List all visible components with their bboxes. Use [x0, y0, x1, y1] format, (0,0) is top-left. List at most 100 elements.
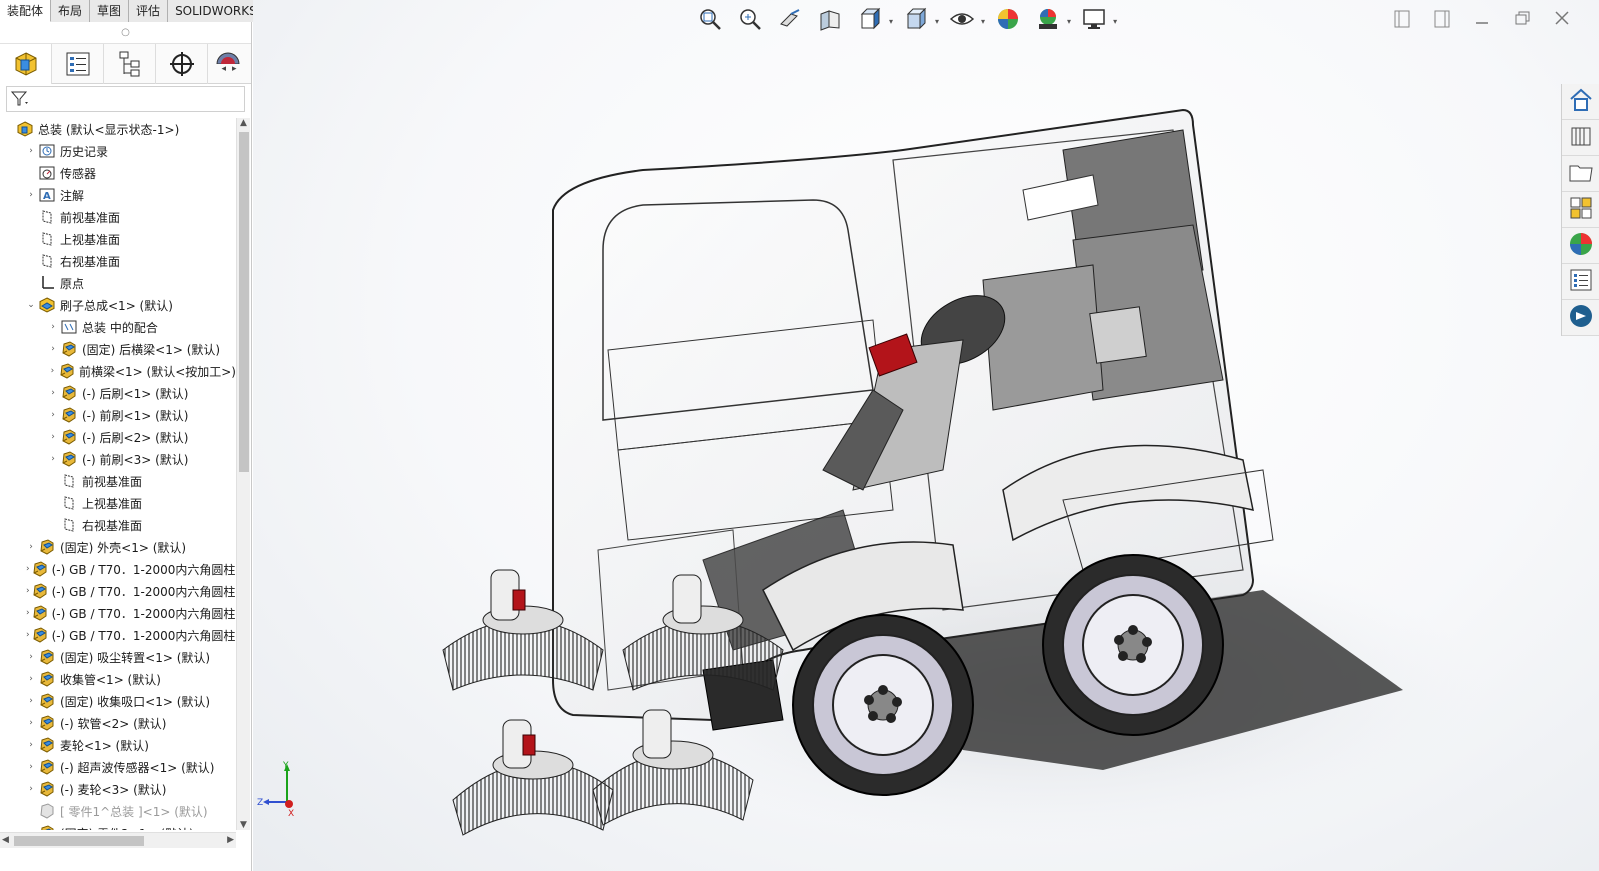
graphics-area[interactable]: ▾ ▾ ▾ ▾ ▾ Y Z X — [253, 0, 1599, 871]
tab-3[interactable]: 评估 — [129, 0, 169, 22]
tree-item[interactable]: [ 零件1^总装 ]<1> (默认) — [0, 800, 236, 822]
home-tab[interactable] — [1562, 84, 1599, 120]
tree-item[interactable]: › 前横梁<1> (默认<按加工>) — [0, 360, 236, 382]
zoom-to-fit-button[interactable] — [693, 4, 727, 38]
expand-toggle-icon[interactable]: › — [48, 388, 58, 398]
expand-toggle-icon[interactable]: › — [26, 740, 36, 750]
scroll-up-icon[interactable]: ▲ — [240, 118, 247, 128]
expand-toggle-icon[interactable]: › — [48, 322, 58, 332]
tree-item[interactable]: › (-) 后刷<1> (默认) — [0, 382, 236, 404]
tree-item[interactable]: 原点 — [0, 272, 236, 294]
design-library-tab[interactable] — [1562, 120, 1599, 156]
tabs-scroll-right-icon[interactable]: ▸ — [232, 64, 237, 74]
tree-item[interactable]: › (-) 后刷<2> (默认) — [0, 426, 236, 448]
tree-item[interactable]: 上视基准面 — [0, 492, 236, 514]
tree-item[interactable]: ⌄ 刷子总成<1> (默认) — [0, 294, 236, 316]
tree-item[interactable]: 前视基准面 — [0, 470, 236, 492]
expand-toggle-icon[interactable]: › — [48, 454, 58, 464]
expand-toggle-icon[interactable]: › — [26, 674, 36, 684]
view-orientation-button[interactable] — [853, 4, 887, 38]
tree-item[interactable]: › (固定) 收集吸口<1> (默认) — [0, 690, 236, 712]
restore-icon[interactable] — [1511, 8, 1533, 30]
expand-toggle-icon[interactable]: › — [26, 586, 30, 596]
tree-item[interactable]: › 收集管<1> (默认) — [0, 668, 236, 690]
expand-toggle-icon[interactable]: › — [26, 718, 36, 728]
dimxpert-tab[interactable] — [156, 44, 208, 84]
chevron-down-icon[interactable]: ▾ — [1113, 17, 1117, 26]
tree-item[interactable]: › (固定) 吸尘转置<1> (默认) — [0, 646, 236, 668]
tree-item[interactable]: › (-) 麦轮<3> (默认) — [0, 778, 236, 800]
pane-grip[interactable]: ○ — [0, 22, 251, 44]
tile-right-icon[interactable] — [1431, 8, 1453, 30]
tree-vertical-scrollbar[interactable]: ▲ ▼ — [236, 118, 250, 830]
tile-left-icon[interactable] — [1391, 8, 1413, 30]
expand-toggle-icon[interactable]: › — [48, 366, 57, 376]
expand-toggle-icon[interactable]: › — [26, 630, 30, 640]
chevron-down-icon[interactable]: ▾ — [981, 17, 985, 26]
tree-hscroll-thumb[interactable] — [14, 836, 144, 846]
zoom-to-area-button[interactable] — [733, 4, 767, 38]
tree-item[interactable]: › (-) 前刷<3> (默认) — [0, 448, 236, 470]
display-manager-tab[interactable]: ◂ ▸ — [208, 44, 248, 84]
minimize-icon[interactable] — [1471, 8, 1493, 30]
display-style-button[interactable] — [899, 4, 933, 38]
expand-toggle-icon[interactable]: ⌄ — [26, 828, 36, 830]
tab-0[interactable]: 装配体 — [0, 0, 52, 22]
tree-item[interactable]: › 总装 中的配合 — [0, 316, 236, 338]
tree-item[interactable]: › 历史记录 — [0, 140, 236, 162]
chevron-down-icon[interactable]: ▾ — [1067, 17, 1071, 26]
scroll-right-icon[interactable]: ▶ — [227, 835, 234, 845]
tab-2[interactable]: 草图 — [90, 0, 130, 22]
expand-toggle-icon[interactable]: › — [26, 190, 36, 200]
sweeper-robot-model[interactable] — [403, 90, 1513, 850]
edit-appearance-button[interactable] — [991, 4, 1025, 38]
previous-view-button[interactable] — [773, 4, 807, 38]
tree-item[interactable]: › (-) GB / T70．1-2000内六角圆柱头 — [0, 558, 236, 580]
section-view-button[interactable] — [813, 4, 847, 38]
tree-item[interactable]: 右视基准面 — [0, 250, 236, 272]
tree-item[interactable]: › (-) 超声波传感器<1> (默认) — [0, 756, 236, 778]
tree-item[interactable]: › (固定) 后横梁<1> (默认) — [0, 338, 236, 360]
view-settings-button[interactable] — [1077, 4, 1111, 38]
tree-item[interactable]: › (-) GB / T70．1-2000内六角圆柱头 — [0, 602, 236, 624]
appearances-tab[interactable] — [1562, 228, 1599, 264]
close-icon[interactable] — [1551, 8, 1573, 30]
expand-toggle-icon[interactable]: › — [26, 762, 36, 772]
tree-item[interactable]: 右视基准面 — [0, 514, 236, 536]
tree-item[interactable]: › (-) GB / T70．1-2000内六角圆柱头 — [0, 624, 236, 646]
tree-item[interactable]: 总装 (默认<显示状态-1>) — [0, 118, 236, 140]
expand-toggle-icon[interactable]: › — [48, 432, 58, 442]
file-explorer-tab[interactable] — [1562, 156, 1599, 192]
expand-toggle-icon[interactable]: › — [48, 344, 58, 354]
tree-horizontal-scrollbar[interactable]: ◀ ▶ — [0, 832, 236, 848]
apply-scene-button[interactable] — [1031, 4, 1065, 38]
tree-item[interactable]: › (-) 前刷<1> (默认) — [0, 404, 236, 426]
tree-item[interactable]: › (-) 软管<2> (默认) — [0, 712, 236, 734]
expand-toggle-icon[interactable]: › — [26, 652, 36, 662]
custom-properties-tab[interactable] — [1562, 264, 1599, 300]
tree-item[interactable]: › A 注解 — [0, 184, 236, 206]
expand-toggle-icon[interactable]: › — [26, 564, 30, 574]
tree-item[interactable]: ⌄ (固定) 零件2<1> (默认) — [0, 822, 236, 830]
scroll-left-icon[interactable]: ◀ — [2, 835, 9, 845]
solidworks-forum-tab[interactable] — [1562, 300, 1599, 336]
featuremanager-tab[interactable] — [0, 44, 52, 84]
expand-toggle-icon[interactable]: › — [26, 696, 36, 706]
view-palette-tab[interactable] — [1562, 192, 1599, 228]
chevron-down-icon[interactable]: ▾ — [889, 17, 893, 26]
scroll-down-icon[interactable]: ▼ — [240, 820, 247, 830]
expand-toggle-icon[interactable]: › — [26, 542, 36, 552]
expand-toggle-icon[interactable]: › — [26, 608, 30, 618]
expand-toggle-icon[interactable]: › — [26, 146, 36, 156]
tabs-scroll-left-icon[interactable]: ◂ — [221, 64, 226, 74]
expand-toggle-icon[interactable]: › — [48, 410, 58, 420]
tree-filter[interactable] — [6, 86, 245, 112]
expand-toggle-icon[interactable]: › — [26, 784, 36, 794]
tree-scroll-thumb[interactable] — [239, 132, 249, 472]
tree-item[interactable]: › (-) GB / T70．1-2000内六角圆柱头 — [0, 580, 236, 602]
chevron-down-icon[interactable]: ▾ — [935, 17, 939, 26]
configurationmanager-tab[interactable] — [104, 44, 156, 84]
propertymanager-tab[interactable] — [52, 44, 104, 84]
tree-item[interactable]: 前视基准面 — [0, 206, 236, 228]
hide-show-items-button[interactable] — [945, 4, 979, 38]
